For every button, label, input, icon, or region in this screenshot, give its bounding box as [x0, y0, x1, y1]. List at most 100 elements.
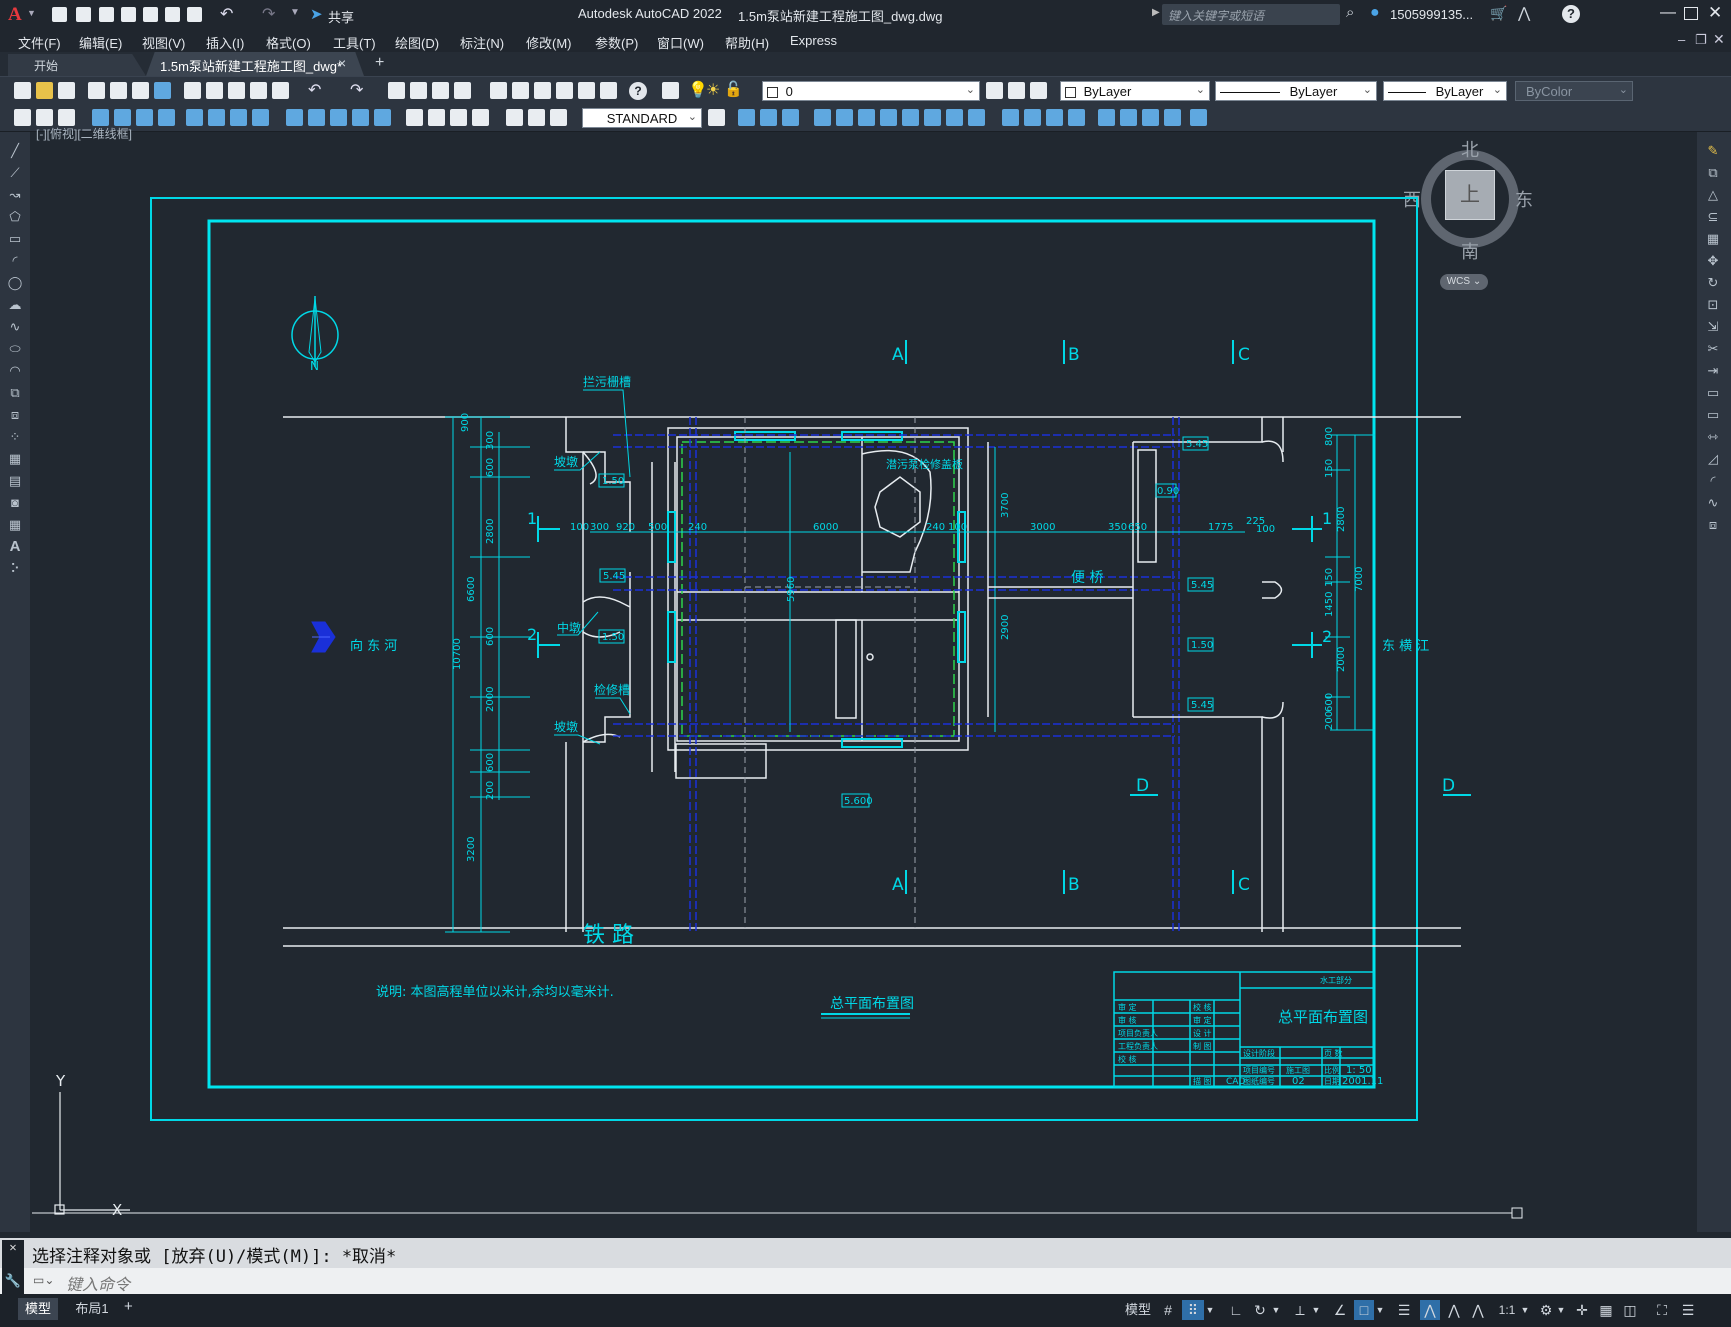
tb-redo-icon[interactable]: ↷	[350, 80, 363, 100]
tb2-icon-2[interactable]	[36, 109, 53, 126]
arc-icon[interactable]: ◜	[7, 254, 23, 268]
zoom-realtime-icon[interactable]	[410, 82, 427, 99]
customize-icon[interactable]: 🔧	[2, 1268, 24, 1294]
customize-arrow-icon[interactable]: ▼	[290, 7, 300, 18]
make-block-icon[interactable]: ⧈	[7, 408, 23, 422]
maximize-icon[interactable]	[1684, 7, 1698, 20]
sheet-set-icon[interactable]	[556, 82, 573, 99]
gradient-icon[interactable]: ▤	[7, 474, 23, 488]
menu-tools[interactable]: 工具(T)	[333, 33, 376, 52]
isodraft-icon[interactable]: ⟂	[1290, 1300, 1310, 1320]
copy-icon[interactable]	[206, 82, 223, 99]
menu-dimension[interactable]: 标注(N)	[460, 33, 504, 52]
autocad-logo[interactable]: A	[8, 4, 22, 26]
chamfer-icon[interactable]: ◿	[1705, 452, 1721, 466]
redo-icon[interactable]: ↷	[262, 4, 275, 24]
ellipse-arc-icon[interactable]: ◠	[7, 364, 23, 378]
cart-icon[interactable]: 🛒	[1490, 5, 1507, 22]
render-icon-5[interactable]	[1098, 109, 1115, 126]
modify-icon-5[interactable]	[902, 109, 919, 126]
line-icon[interactable]: ╱	[7, 144, 23, 158]
menu-edit[interactable]: 编辑(E)	[79, 33, 122, 52]
render-icon-4[interactable]	[1068, 109, 1085, 126]
color-dropdown[interactable]: ByLayer ⌄	[1060, 81, 1210, 101]
trim-icon[interactable]: ✂	[1705, 342, 1721, 356]
command-prompt-icon[interactable]: ▭⌄	[33, 1273, 54, 1287]
construction-line-icon[interactable]: ⟋	[7, 166, 23, 180]
point-icon[interactable]: ⁘	[7, 430, 23, 444]
customization-menu-icon[interactable]: ☰	[1678, 1300, 1698, 1320]
layer-thaw-icon[interactable]: ☀	[706, 80, 720, 100]
plotstyle-dropdown[interactable]: ByColor ⌄	[1515, 81, 1633, 101]
linear-dim-icon[interactable]	[92, 109, 109, 126]
menu-help[interactable]: 帮助(H)	[725, 33, 769, 52]
layer-dropdown[interactable]: 0 ⌄	[762, 81, 980, 101]
hatch-icon[interactable]: ▦	[7, 452, 23, 466]
share-label[interactable]: 共享	[328, 7, 354, 26]
rotate-icon[interactable]: ↻	[1705, 276, 1721, 290]
stretch-icon[interactable]: ⇲	[1705, 320, 1721, 334]
dim-style-dropdown[interactable]: STANDARD ⌄	[582, 108, 702, 128]
user-icon[interactable]: ●	[1370, 4, 1380, 22]
osnap-icon[interactable]: □	[1354, 1300, 1374, 1320]
add-selected-icon[interactable]: ⠕	[7, 562, 23, 576]
mtext-icon[interactable]: A	[7, 539, 23, 554]
mirror-icon[interactable]: △	[1705, 188, 1721, 202]
render-icon-6[interactable]	[1120, 109, 1137, 126]
menu-format[interactable]: 格式(O)	[266, 33, 311, 52]
user-name[interactable]: 1505999135...	[1390, 7, 1473, 22]
otrack-icon[interactable]: ∠	[1330, 1300, 1350, 1320]
zoom-previous-icon[interactable]	[454, 82, 471, 99]
menu-file[interactable]: 文件(F)	[18, 33, 61, 52]
command-close-icon[interactable]: ✕	[2, 1240, 24, 1268]
design-center-icon[interactable]	[512, 82, 529, 99]
tab-start[interactable]: 开始	[8, 54, 146, 76]
radius-dim-icon[interactable]	[186, 109, 203, 126]
layer-on-icon[interactable]: 💡	[688, 80, 708, 100]
ortho-icon[interactable]: ∟	[1226, 1300, 1246, 1320]
scale-dropdown-icon[interactable]: ▼	[1520, 1300, 1530, 1320]
rectangle-icon[interactable]: ▭	[7, 232, 23, 246]
help-icon[interactable]: ?	[1562, 5, 1580, 23]
modify-icon-2[interactable]	[836, 109, 853, 126]
cut-icon[interactable]	[184, 82, 201, 99]
revcloud-icon[interactable]: ☁	[7, 298, 23, 312]
menu-insert[interactable]: 插入(I)	[206, 33, 244, 52]
circle-icon[interactable]: ◯	[7, 276, 23, 290]
hardware-accel-icon[interactable]: ▦	[1596, 1300, 1616, 1320]
scale-value[interactable]: 1:1	[1494, 1300, 1520, 1320]
open-folder-icon[interactable]	[36, 82, 53, 99]
add-layout-button[interactable]: +	[124, 1298, 133, 1315]
region-icon[interactable]: ◙	[7, 496, 23, 510]
tb-undo-icon[interactable]: ↶	[308, 80, 321, 100]
tab-close-icon[interactable]: ×	[338, 55, 346, 71]
preview-icon[interactable]	[110, 82, 127, 99]
layer-unlock-icon[interactable]: 🔓	[724, 80, 743, 98]
publish-icon[interactable]	[132, 82, 149, 99]
view-icon-2[interactable]	[760, 109, 777, 126]
menu-window[interactable]: 窗口(W)	[657, 33, 704, 52]
search-expand-icon[interactable]: ▶	[1152, 7, 1160, 18]
quick-dim-icon[interactable]	[286, 109, 303, 126]
menu-modify[interactable]: 修改(M)	[526, 33, 572, 52]
render-icon-8[interactable]	[1164, 109, 1181, 126]
diameter-dim-icon[interactable]	[230, 109, 247, 126]
tab-drawing[interactable]: 1.5m泵站新建工程施工图_dwg* ×	[146, 52, 364, 76]
lineweight-toggle-icon[interactable]: ☰	[1394, 1300, 1414, 1320]
block-editor-icon[interactable]	[272, 82, 289, 99]
calculator-icon[interactable]	[600, 82, 617, 99]
view-icon-1[interactable]	[738, 109, 755, 126]
break-icon[interactable]: ▭	[1705, 408, 1721, 422]
plot-icon[interactable]	[187, 7, 202, 22]
open-icon[interactable]	[76, 7, 91, 22]
polygon-icon[interactable]: ⬠	[7, 210, 23, 224]
lineweight-dropdown[interactable]: ByLayer ⌄	[1383, 81, 1507, 101]
annotation-visibility-icon[interactable]: ⋀	[1420, 1300, 1440, 1320]
isolate-icon[interactable]: ◫	[1620, 1300, 1640, 1320]
view-icon-3[interactable]	[782, 109, 799, 126]
command-input[interactable]: 键入命令	[66, 1271, 130, 1295]
settings-dropdown-icon[interactable]: ▼	[1556, 1300, 1566, 1320]
render-icon-9[interactable]	[1190, 109, 1207, 126]
aligned-dim-icon[interactable]	[114, 109, 131, 126]
autoscale-icon[interactable]: ⋀	[1444, 1300, 1464, 1320]
